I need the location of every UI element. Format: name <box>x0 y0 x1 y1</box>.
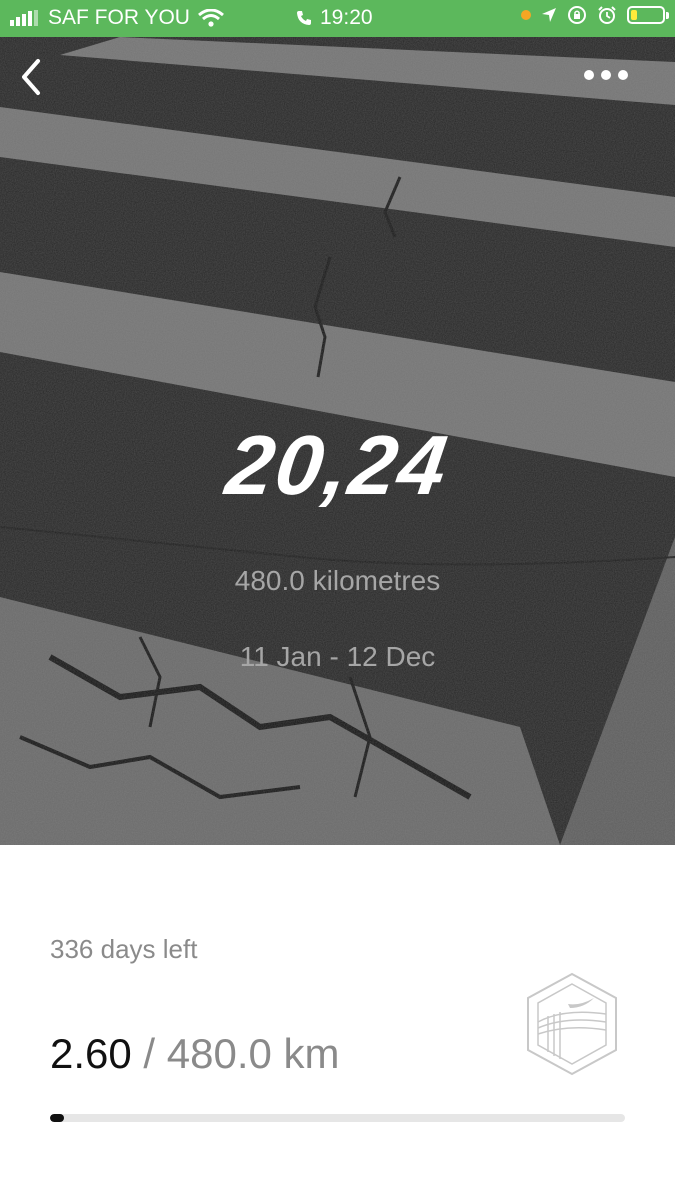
progress-summary: 2.60 / 480.0 km <box>50 1030 340 1078</box>
more-dot-icon <box>584 70 594 80</box>
battery-icon <box>627 6 669 24</box>
carrier-name: SAF FOR YOU <box>48 6 190 29</box>
days-left: 336 days left <box>50 934 198 964</box>
location-icon <box>542 8 556 22</box>
more-dot-icon <box>601 70 611 80</box>
battery-level <box>631 10 637 20</box>
back-button[interactable] <box>14 55 54 99</box>
status-center: 19:20 <box>296 6 373 30</box>
current-distance: 2.60 <box>50 1030 132 1077</box>
status-time: 19:20 <box>320 6 373 29</box>
goal-date-range: 11 Jan - 12 Dec <box>239 641 436 672</box>
alarm-icon <box>598 6 616 24</box>
status-right <box>521 5 669 25</box>
more-dot-icon <box>618 70 628 80</box>
nike-goal-badge-icon <box>527 972 617 1076</box>
more-options-button[interactable] <box>584 63 632 87</box>
status-bar: SAF FOR YOU 19:20 <box>0 0 675 37</box>
status-left: SAF FOR YOU <box>10 6 224 30</box>
recording-indicator-icon <box>521 10 531 20</box>
goal-progress-fill <box>50 1114 65 1122</box>
phone-icon <box>297 11 311 25</box>
goal-hero: 20,24 480.0 kilometres 11 Jan - 12 Dec <box>0 37 675 845</box>
target-distance: / 480.0 km <box>131 1030 340 1077</box>
goal-distance: 480.0 kilometres <box>234 565 441 596</box>
goal-title: 20,24 <box>220 418 455 512</box>
wifi-icon <box>198 9 224 27</box>
goal-progress-bar <box>50 1114 625 1122</box>
signal-icon <box>10 10 38 26</box>
lock-rotation-icon <box>568 6 586 24</box>
